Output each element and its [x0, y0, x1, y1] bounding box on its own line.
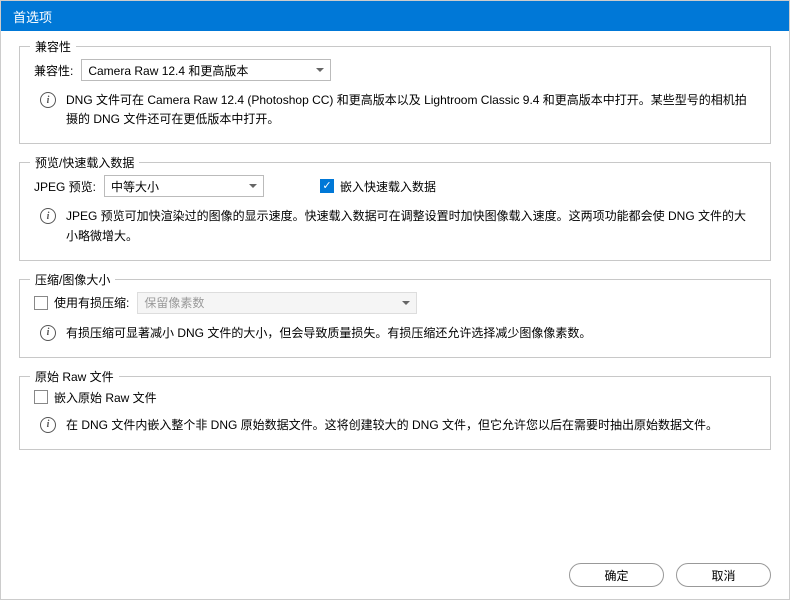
lossy-compress-value: 保留像素数: [144, 294, 204, 311]
check-icon: [320, 179, 334, 193]
lossy-compress-select: 保留像素数: [137, 292, 417, 314]
embed-fastload-label: 嵌入快速载入数据: [340, 178, 436, 195]
embed-raw-checkbox[interactable]: 嵌入原始 Raw 文件: [34, 389, 157, 406]
jpeg-preview-select[interactable]: 中等大小: [104, 175, 264, 197]
preview-info-text: JPEG 预览可加快渲染过的图像的显示速度。快速载入数据可在调整设置时加快图像载…: [66, 207, 756, 245]
compat-select[interactable]: Camera Raw 12.4 和更高版本: [81, 59, 331, 81]
dialog-buttons: 确定 取消: [1, 555, 789, 599]
check-icon: [34, 390, 48, 404]
check-icon: [34, 296, 48, 310]
compress-info-text: 有损压缩可显著减小 DNG 文件的大小，但会导致质量损失。有损压缩还允许选择减少…: [66, 324, 756, 343]
info-icon: i: [40, 208, 56, 224]
ok-button[interactable]: 确定: [569, 563, 664, 587]
raw-legend: 原始 Raw 文件: [30, 368, 119, 385]
raw-fieldset: 原始 Raw 文件 嵌入原始 Raw 文件 i 在 DNG 文件内嵌入整个非 D…: [19, 376, 771, 450]
embed-raw-label: 嵌入原始 Raw 文件: [54, 389, 157, 406]
titlebar: 首选项: [1, 1, 789, 31]
raw-info-text: 在 DNG 文件内嵌入整个非 DNG 原始数据文件。这将创建较大的 DNG 文件…: [66, 416, 756, 435]
info-icon: i: [40, 417, 56, 433]
preferences-dialog: 首选项 兼容性 兼容性: Camera Raw 12.4 和更高版本 i DNG…: [0, 0, 790, 600]
jpeg-preview-label: JPEG 预览:: [34, 178, 96, 195]
embed-fastload-checkbox[interactable]: 嵌入快速载入数据: [320, 178, 436, 195]
lossy-compress-checkbox[interactable]: 使用有损压缩:: [34, 294, 129, 311]
info-icon: i: [40, 92, 56, 108]
compat-fieldset: 兼容性 兼容性: Camera Raw 12.4 和更高版本 i DNG 文件可…: [19, 46, 771, 144]
cancel-button[interactable]: 取消: [676, 563, 771, 587]
preview-fieldset: 预览/快速载入数据 JPEG 预览: 中等大小 嵌入快速载入数据 i JPEG …: [19, 162, 771, 260]
compat-select-value: Camera Raw 12.4 和更高版本: [88, 62, 248, 79]
compat-label: 兼容性:: [34, 62, 73, 79]
compress-fieldset: 压缩/图像大小 使用有损压缩: 保留像素数 i 有损压缩可显著减小 DNG 文件…: [19, 279, 771, 358]
compat-info-text: DNG 文件可在 Camera Raw 12.4 (Photoshop CC) …: [66, 91, 756, 129]
dialog-content: 兼容性 兼容性: Camera Raw 12.4 和更高版本 i DNG 文件可…: [1, 31, 789, 450]
window-title: 首选项: [13, 7, 52, 26]
compat-legend: 兼容性: [30, 38, 76, 55]
jpeg-preview-value: 中等大小: [111, 178, 159, 195]
preview-legend: 预览/快速载入数据: [30, 154, 139, 171]
compress-legend: 压缩/图像大小: [30, 271, 115, 288]
ok-button-label: 确定: [604, 567, 628, 584]
lossy-compress-label: 使用有损压缩:: [54, 294, 129, 311]
info-icon: i: [40, 325, 56, 341]
cancel-button-label: 取消: [711, 567, 735, 584]
